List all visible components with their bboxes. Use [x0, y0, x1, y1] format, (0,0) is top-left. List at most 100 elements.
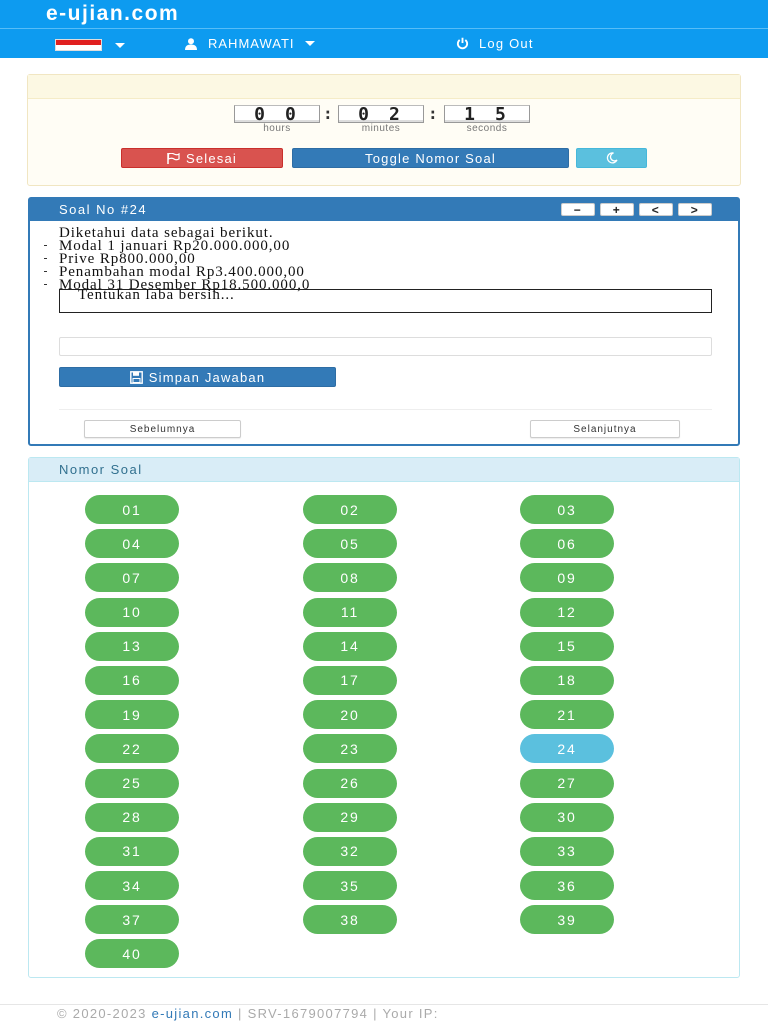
- question-number-button[interactable]: 33: [520, 836, 614, 866]
- question-number-grid: 01 02 03 04 05 06 07 08 09 10 11 12 13 14 15 16 17 18 19 20…: [85, 495, 615, 969]
- question-number-button[interactable]: 15: [520, 631, 614, 661]
- question-number-button[interactable]: 08: [303, 563, 397, 593]
- question-panel-header: Soal No #24 − + < >: [30, 199, 738, 221]
- save-answer-label: Simpan Jawaban: [148, 369, 266, 385]
- answer-input[interactable]: [59, 337, 712, 356]
- seconds-display: 15: [444, 105, 530, 124]
- question-number-button[interactable]: 13: [85, 631, 179, 661]
- question-number-button[interactable]: 18: [520, 665, 614, 695]
- question-number-button[interactable]: 21: [520, 700, 614, 730]
- question-number-button[interactable]: 35: [303, 871, 397, 901]
- question-number-button[interactable]: 30: [520, 802, 614, 832]
- footer: © 2020-2023 e-ujian.com | SRV-1679007794…: [57, 1006, 439, 1021]
- question-number-button[interactable]: 37: [85, 905, 179, 935]
- flag-icon: [167, 152, 180, 164]
- night-mode-button[interactable]: [576, 148, 647, 168]
- bullet-mark: [44, 245, 47, 246]
- question-number-button[interactable]: 10: [85, 597, 179, 627]
- top-navbar: RAHMAWATI Log Out: [0, 28, 768, 58]
- question-number-button[interactable]: 20: [303, 700, 397, 730]
- clock-colon: :: [428, 104, 438, 123]
- site-logo[interactable]: e-ujian.com: [46, 2, 179, 26]
- hours-label: hours: [263, 123, 291, 134]
- brand-bar: e-ujian.com: [0, 0, 768, 28]
- question-number-button[interactable]: 28: [85, 802, 179, 832]
- question-number-button[interactable]: 03: [520, 495, 614, 524]
- font-increase-button[interactable]: +: [600, 203, 634, 216]
- countdown-clock: 00 : 02 : 15 hours minutes seconds: [234, 104, 534, 135]
- bullet-mark: [44, 284, 47, 285]
- question-number-button[interactable]: 07: [85, 563, 179, 593]
- question-number-button[interactable]: 23: [303, 734, 397, 764]
- footer-divider: [0, 1004, 768, 1005]
- question-title: Soal No #24: [59, 202, 148, 217]
- power-icon: [456, 37, 469, 50]
- question-number-button[interactable]: 36: [520, 871, 614, 901]
- question-number-button[interactable]: 22: [85, 734, 179, 764]
- indonesia-flag-icon[interactable]: [55, 39, 102, 51]
- question-number-button[interactable]: 11: [303, 597, 397, 627]
- footer-server-info: | SRV-1679007794 | Your IP:: [238, 1006, 439, 1021]
- footer-site-link[interactable]: e-ujian.com: [152, 1006, 234, 1021]
- save-answer-button[interactable]: Simpan Jawaban: [59, 367, 336, 387]
- question-number-button[interactable]: 16: [85, 665, 179, 695]
- font-decrease-button[interactable]: −: [561, 203, 595, 216]
- footer-copyright: © 2020-2023: [57, 1006, 147, 1021]
- user-menu[interactable]: RAHMAWATI: [184, 36, 315, 51]
- clock-colon: :: [323, 104, 333, 123]
- divider: [59, 409, 712, 410]
- next-question-button[interactable]: >: [678, 203, 712, 216]
- question-body: Diketahui data sebagai berikut. Modal 1 …: [44, 226, 310, 293]
- hours-display: 00: [234, 105, 320, 124]
- question-number-button[interactable]: 31: [85, 836, 179, 866]
- question-number-button[interactable]: 05: [303, 529, 397, 559]
- question-prompt: Tentukan laba bersih...: [59, 288, 712, 313]
- question-number-button[interactable]: 14: [303, 631, 397, 661]
- question-numbers-header: Nomor Soal: [29, 458, 739, 482]
- question-number-button[interactable]: 26: [303, 768, 397, 798]
- previous-question-button[interactable]: <: [639, 203, 673, 216]
- logout-label: Log Out: [479, 36, 534, 51]
- question-number-button[interactable]: 24: [520, 734, 614, 764]
- minutes-display: 02: [338, 105, 424, 124]
- user-name: RAHMAWATI: [208, 36, 295, 51]
- question-number-button[interactable]: 09: [520, 563, 614, 593]
- chevron-down-icon[interactable]: [115, 43, 125, 48]
- logout-link[interactable]: Log Out: [456, 36, 534, 51]
- minutes-value: 02: [338, 105, 424, 124]
- seconds-label: seconds: [466, 123, 508, 134]
- toggle-question-numbers-button[interactable]: Toggle Nomor Soal: [292, 148, 569, 168]
- moon-icon: [606, 152, 618, 164]
- finish-button[interactable]: Selesai: [121, 148, 283, 168]
- question-panel: Soal No #24 − + < > Diketahui data sebag…: [28, 197, 740, 446]
- hours-value: 00: [234, 105, 320, 124]
- question-number-button[interactable]: 32: [303, 836, 397, 866]
- finish-label: Selesai: [185, 150, 238, 166]
- question-number-button[interactable]: 19: [85, 700, 179, 730]
- question-number-button[interactable]: 01: [85, 495, 179, 524]
- question-number-button[interactable]: 06: [520, 529, 614, 559]
- question-number-button[interactable]: 27: [520, 768, 614, 798]
- bullet-mark: [44, 258, 47, 259]
- toggle-label: Toggle Nomor Soal: [365, 150, 496, 166]
- next-button[interactable]: Selanjutnya: [530, 420, 680, 438]
- question-number-button[interactable]: 38: [303, 905, 397, 935]
- question-number-button[interactable]: 29: [303, 802, 397, 832]
- question-number-button[interactable]: 17: [303, 665, 397, 695]
- minutes-label: minutes: [361, 123, 401, 134]
- question-toolbar: − + < >: [561, 203, 712, 216]
- question-number-button[interactable]: 39: [520, 905, 614, 935]
- user-icon: [184, 37, 198, 50]
- question-number-button[interactable]: 25: [85, 768, 179, 798]
- question-number-button[interactable]: 12: [520, 597, 614, 627]
- timer-panel: 00 : 02 : 15 hours minutes seconds Seles…: [27, 74, 741, 186]
- question-number-button[interactable]: 02: [303, 495, 397, 524]
- question-number-button[interactable]: 34: [85, 871, 179, 901]
- question-numbers-panel: Nomor Soal 01 02 03 04 05 06 07 08 09 10 11 12 13 14 1…: [28, 457, 740, 978]
- seconds-value: 15: [444, 105, 530, 124]
- bullet-mark: [44, 271, 47, 272]
- chevron-down-icon: [304, 41, 315, 46]
- previous-button[interactable]: Sebelumnya: [84, 420, 241, 438]
- question-number-button[interactable]: 04: [85, 529, 179, 559]
- question-number-button[interactable]: 40: [85, 939, 179, 969]
